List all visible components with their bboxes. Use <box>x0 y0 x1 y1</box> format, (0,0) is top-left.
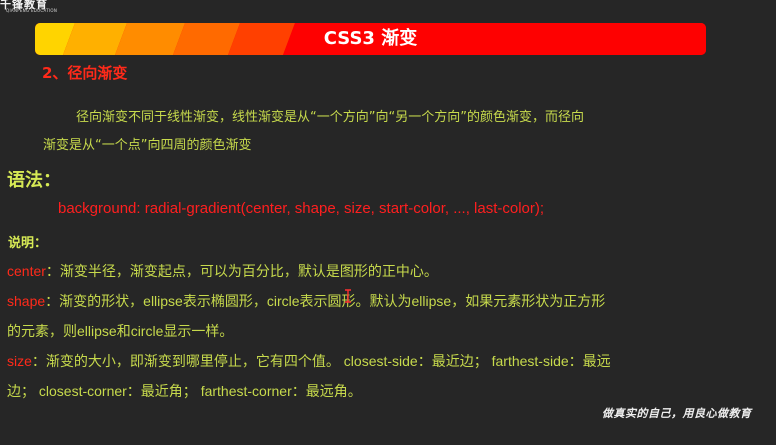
syntax-label: 语法： <box>7 170 61 191</box>
param-size-continued: 边； closest-corner：最近角； farthest-corner：最… <box>7 381 362 401</box>
notes-label: 说明： <box>8 236 48 251</box>
param-center: center：渐变半径，渐变起点，可以为百分比，默认是图形的正中心。 <box>7 261 438 281</box>
param-shape-desc-1: ：渐变的形状，ellipse表示椭圆形，circle表示圆形。默认为ellips… <box>45 293 606 309</box>
page-title: CSS3 渐变 <box>323 28 418 49</box>
section-heading: 2、径向渐变 <box>42 64 128 82</box>
logo-subtext: QIANFENG EDUCATION <box>6 8 58 13</box>
param-shape-key: shape <box>7 293 46 309</box>
param-shape-desc-2: 的元素，则ellipse和circle显示一样。 <box>7 323 234 339</box>
text-cursor-icon <box>345 289 351 303</box>
brand-logo: 千锋教育 QIANFENG EDUCATION <box>0 0 58 14</box>
param-shape-continued: 的元素，则ellipse和circle显示一样。 <box>7 321 233 341</box>
param-center-desc: ：渐变半径，渐变起点，可以为百分比，默认是图形的正中心。 <box>45 263 438 279</box>
param-size: size：渐变的大小，即渐变到哪里停止，它有四个值。 closest-side：… <box>7 351 611 371</box>
param-shape: shape：渐变的形状，ellipse表示椭圆形，circle表示圆形。默认为e… <box>7 291 605 311</box>
intro-line-2: 渐变是从“一个点”向四周的颜色渐变 <box>43 138 252 153</box>
syntax-code: background: radial-gradient(center, shap… <box>58 200 545 217</box>
param-center-key: center <box>7 263 46 279</box>
param-size-desc-2: 边； closest-corner：最近角； farthest-corner：最… <box>7 383 362 399</box>
title-banner: CSS3 渐变 <box>35 23 706 55</box>
footer-motto: 做真实的自己，用良心做教育 <box>602 407 752 420</box>
param-size-desc-1: ：渐变的大小，即渐变到哪里停止，它有四个值。 closest-side：最近边；… <box>31 353 611 369</box>
slide: 千锋教育 QIANFENG EDUCATION CSS3 渐变 2、径向渐变 径… <box>0 0 776 445</box>
intro-line-1: 径向渐变不同于线性渐变，线性渐变是从“一个方向”向“另一个方向”的颜色渐变，而径… <box>76 110 584 125</box>
param-size-key: size <box>7 353 32 369</box>
